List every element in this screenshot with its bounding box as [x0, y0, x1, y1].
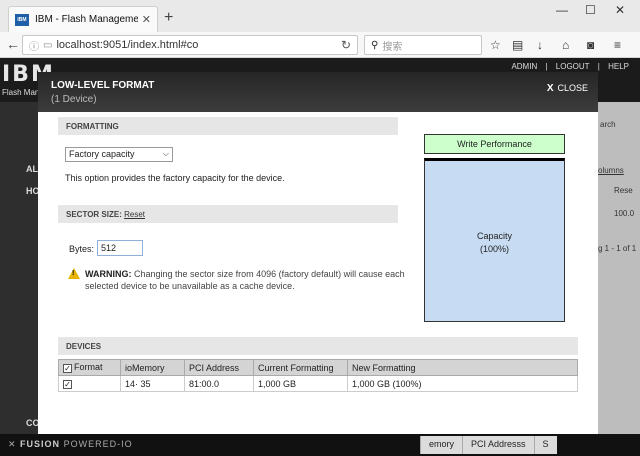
write-performance-box: Write Performance: [424, 134, 565, 154]
browser-tabbar: IBM IBM - Flash Manageme ✕ + — ☐ ✕: [0, 0, 640, 32]
footer-tab-memory[interactable]: emory: [420, 436, 463, 454]
formatting-select-value: Factory capacity: [69, 149, 135, 159]
col-new-formatting[interactable]: New Formatting: [347, 359, 578, 376]
row-iomemory: 14· 35: [120, 375, 185, 392]
modal-header: LOW-LEVEL FORMAT (1 Device) X CLOSE: [38, 72, 598, 112]
url-text[interactable]: localhost:9051/index.html#co: [56, 39, 340, 51]
home-icon[interactable]: ⌂: [562, 38, 569, 52]
col-current-formatting[interactable]: Current Formatting: [253, 359, 348, 376]
warning-message: WARNING: Changing the sector size from 4…: [85, 269, 405, 291]
ibm-favicon-icon: IBM: [15, 13, 29, 26]
search-icon: ⚲: [371, 39, 379, 51]
logout-link[interactable]: LOGOUT: [556, 62, 590, 71]
modal-title: LOW-LEVEL FORMAT: [51, 80, 155, 91]
background-left-panel: AL HO CO: [0, 102, 40, 456]
sector-size-section-header: SECTOR SIZE: Reset: [58, 205, 398, 223]
footer-tabs: emory PCI Addresss S: [420, 436, 557, 454]
formatting-description: This option provides the factory capacit…: [65, 173, 285, 183]
formatting-section-header: FORMATTING: [58, 117, 398, 135]
background-right-panel: arch olumns Rese 100.0 g 1 - 1 of 1: [598, 102, 640, 456]
col-pci-address[interactable]: PCI Address: [184, 359, 254, 376]
select-all-checkbox[interactable]: ✓: [63, 363, 72, 373]
reading-list-icon[interactable]: ▤: [512, 38, 523, 52]
devices-section-header: DEVICES: [58, 337, 578, 355]
back-icon[interactable]: ←: [6, 36, 20, 52]
minimize-icon[interactable]: —: [556, 3, 568, 17]
page-icon: ▭: [43, 39, 53, 51]
fusion-logo: ✕ FUSION POWERED-IO: [8, 439, 133, 449]
tab-title: IBM - Flash Manageme: [35, 14, 138, 25]
browser-navbar: ← ⓘ ▭ localhost:9051/index.html#co ↻ ⚲ 搜…: [0, 32, 640, 58]
formatting-select[interactable]: Factory capacity ⌵: [65, 147, 173, 162]
capacity-label: Capacity: [476, 231, 512, 241]
chevron-down-icon: ⌵: [162, 149, 169, 158]
help-link[interactable]: HELP: [608, 62, 629, 71]
bg-pager: g 1 - 1 of 1: [598, 244, 637, 253]
row-new-formatting: 1,000 GB (100%): [347, 375, 578, 392]
row-format-cell: ✓: [58, 375, 121, 392]
table-header-row: ✓ Format ioMemory PCI Address Current For…: [58, 359, 578, 376]
reset-link[interactable]: Reset: [124, 210, 145, 219]
info-icon[interactable]: ⓘ: [29, 38, 39, 53]
pocket-icon[interactable]: ◙: [587, 38, 594, 52]
col-format[interactable]: ✓ Format: [58, 359, 121, 376]
app-footer: ✕ FUSION POWERED-IO emory PCI Addresss S: [0, 434, 640, 456]
tab-close-icon[interactable]: ✕: [142, 13, 151, 26]
row-current-formatting: 1,000 GB: [253, 375, 348, 392]
search-input[interactable]: ⚲ 搜索: [364, 35, 482, 55]
bg-col-header: Rese: [614, 186, 633, 195]
capacity-percent: (100%): [479, 244, 509, 254]
nav-label-all[interactable]: AL: [26, 164, 38, 174]
bg-search-button[interactable]: arch: [600, 120, 616, 129]
col-iomemory[interactable]: ioMemory: [120, 359, 185, 376]
footer-tab-pci[interactable]: PCI Addresss: [462, 436, 534, 454]
close-icon[interactable]: X: [547, 83, 554, 94]
admin-link[interactable]: ADMIN: [511, 62, 537, 71]
bg-columns-link[interactable]: olumns: [598, 166, 624, 175]
browser-tab[interactable]: IBM IBM - Flash Manageme ✕: [8, 6, 158, 32]
close-button[interactable]: X CLOSE: [547, 83, 588, 94]
bg-cell-value: 100.0: [614, 209, 635, 218]
capacity-box: Capacity (100%): [424, 158, 565, 322]
search-placeholder: 搜索: [382, 41, 403, 53]
bytes-label: Bytes:: [69, 244, 95, 254]
maximize-icon[interactable]: ☐: [585, 3, 596, 17]
warning-icon: !: [68, 268, 80, 279]
row-checkbox[interactable]: ✓: [63, 379, 72, 389]
modal-subtitle: (1 Device): [51, 94, 97, 105]
reload-icon[interactable]: ↻: [341, 38, 351, 52]
url-bar[interactable]: ⓘ ▭ localhost:9051/index.html#co ↻: [22, 35, 358, 55]
menu-icon[interactable]: ≡: [614, 38, 621, 52]
bytes-input[interactable]: 512: [97, 240, 143, 256]
new-tab-icon[interactable]: +: [164, 9, 173, 27]
download-icon[interactable]: ↓: [537, 38, 543, 52]
devices-table: ✓ Format ioMemory PCI Address Current For…: [58, 359, 578, 392]
footer-tab-s[interactable]: S: [533, 436, 557, 454]
app-links: ADMIN | LOGOUT | HELP: [511, 62, 629, 71]
bookmark-star-icon[interactable]: ☆: [490, 38, 501, 52]
row-pci-address: 81:00.0: [184, 375, 254, 392]
table-row: ✓ 14· 35 81:00.0 1,000 GB 1,000 GB (100%…: [58, 375, 578, 392]
window-close-icon[interactable]: ✕: [615, 3, 625, 17]
modal-body: FORMATTING Factory capacity ⌵ This optio…: [38, 112, 598, 434]
